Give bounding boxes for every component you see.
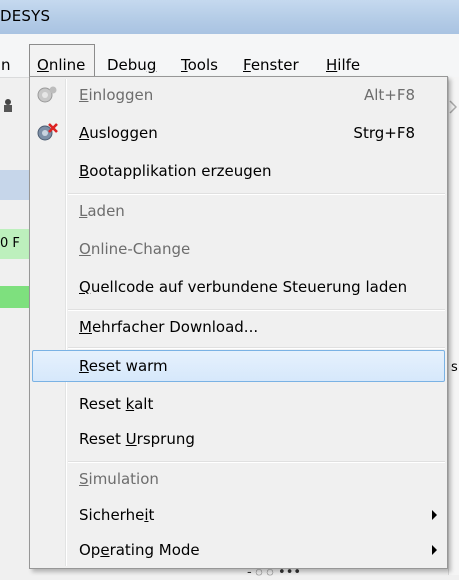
right-panel-edge — [448, 77, 459, 575]
menu-fenster[interactable]: Fenster — [243, 56, 299, 74]
title-bar: DESYS — [0, 0, 459, 34]
menu-item-reset-warm[interactable]: Reset warm — [32, 350, 445, 382]
menu-item-operating-mode[interactable]: Operating Mode — [32, 534, 445, 566]
shortcut-alt-f8: Alt+F8 — [363, 86, 415, 104]
left-panel-header — [0, 170, 30, 200]
shortcut-strg-f8: Strg+F8 — [353, 124, 415, 142]
menu-item-reset-kalt[interactable]: Reset kalt — [32, 388, 445, 420]
left-status-bar — [0, 286, 30, 308]
online-menu-dropdown: Einloggen Alt+F8 Ausloggen Strg+F8 Boota… — [29, 76, 448, 569]
menu-item-mehrfacher-download[interactable]: Mehrfacher Download... — [32, 311, 445, 343]
menu-item-quellcode-laden[interactable]: Quellcode auf verbundene Steuerung laden — [32, 271, 445, 303]
menu-online[interactable]: Online — [37, 56, 85, 74]
left-status-cell: 0 F — [0, 229, 30, 259]
menu-item-simulation[interactable]: Simulation — [32, 463, 445, 495]
menu-item-sicherheit[interactable]: Sicherheit — [32, 499, 445, 531]
window-title: DESYS — [0, 7, 51, 25]
menu-item-einloggen[interactable]: Einloggen Alt+F8 — [32, 79, 445, 111]
submenu-arrow-icon — [432, 510, 437, 520]
menu-hilfe[interactable]: Hilfe — [326, 56, 360, 74]
menu-item-ausloggen[interactable]: Ausloggen Strg+F8 — [32, 117, 445, 149]
chevron-right-icon[interactable] — [449, 100, 457, 114]
menu-separator — [68, 347, 445, 349]
menu-item-online-change[interactable]: Online-Change — [32, 233, 445, 265]
menu-item-laden[interactable]: Laden — [32, 195, 445, 227]
logout-icon — [37, 123, 58, 141]
menu-tools[interactable]: Tools — [181, 56, 218, 74]
menu-partial[interactable]: n — [1, 56, 11, 74]
login-icon — [37, 86, 57, 103]
menu-item-bootapplikation-erzeugen[interactable]: Bootapplikation erzeugen — [32, 155, 445, 187]
toolbar-user-icon[interactable] — [0, 90, 16, 120]
right-panel-text: s — [451, 360, 458, 375]
menu-debug[interactable]: Debug — [107, 56, 156, 74]
menu-item-reset-ursprung[interactable]: Reset Ursprung — [32, 423, 445, 455]
submenu-arrow-icon — [432, 545, 437, 555]
